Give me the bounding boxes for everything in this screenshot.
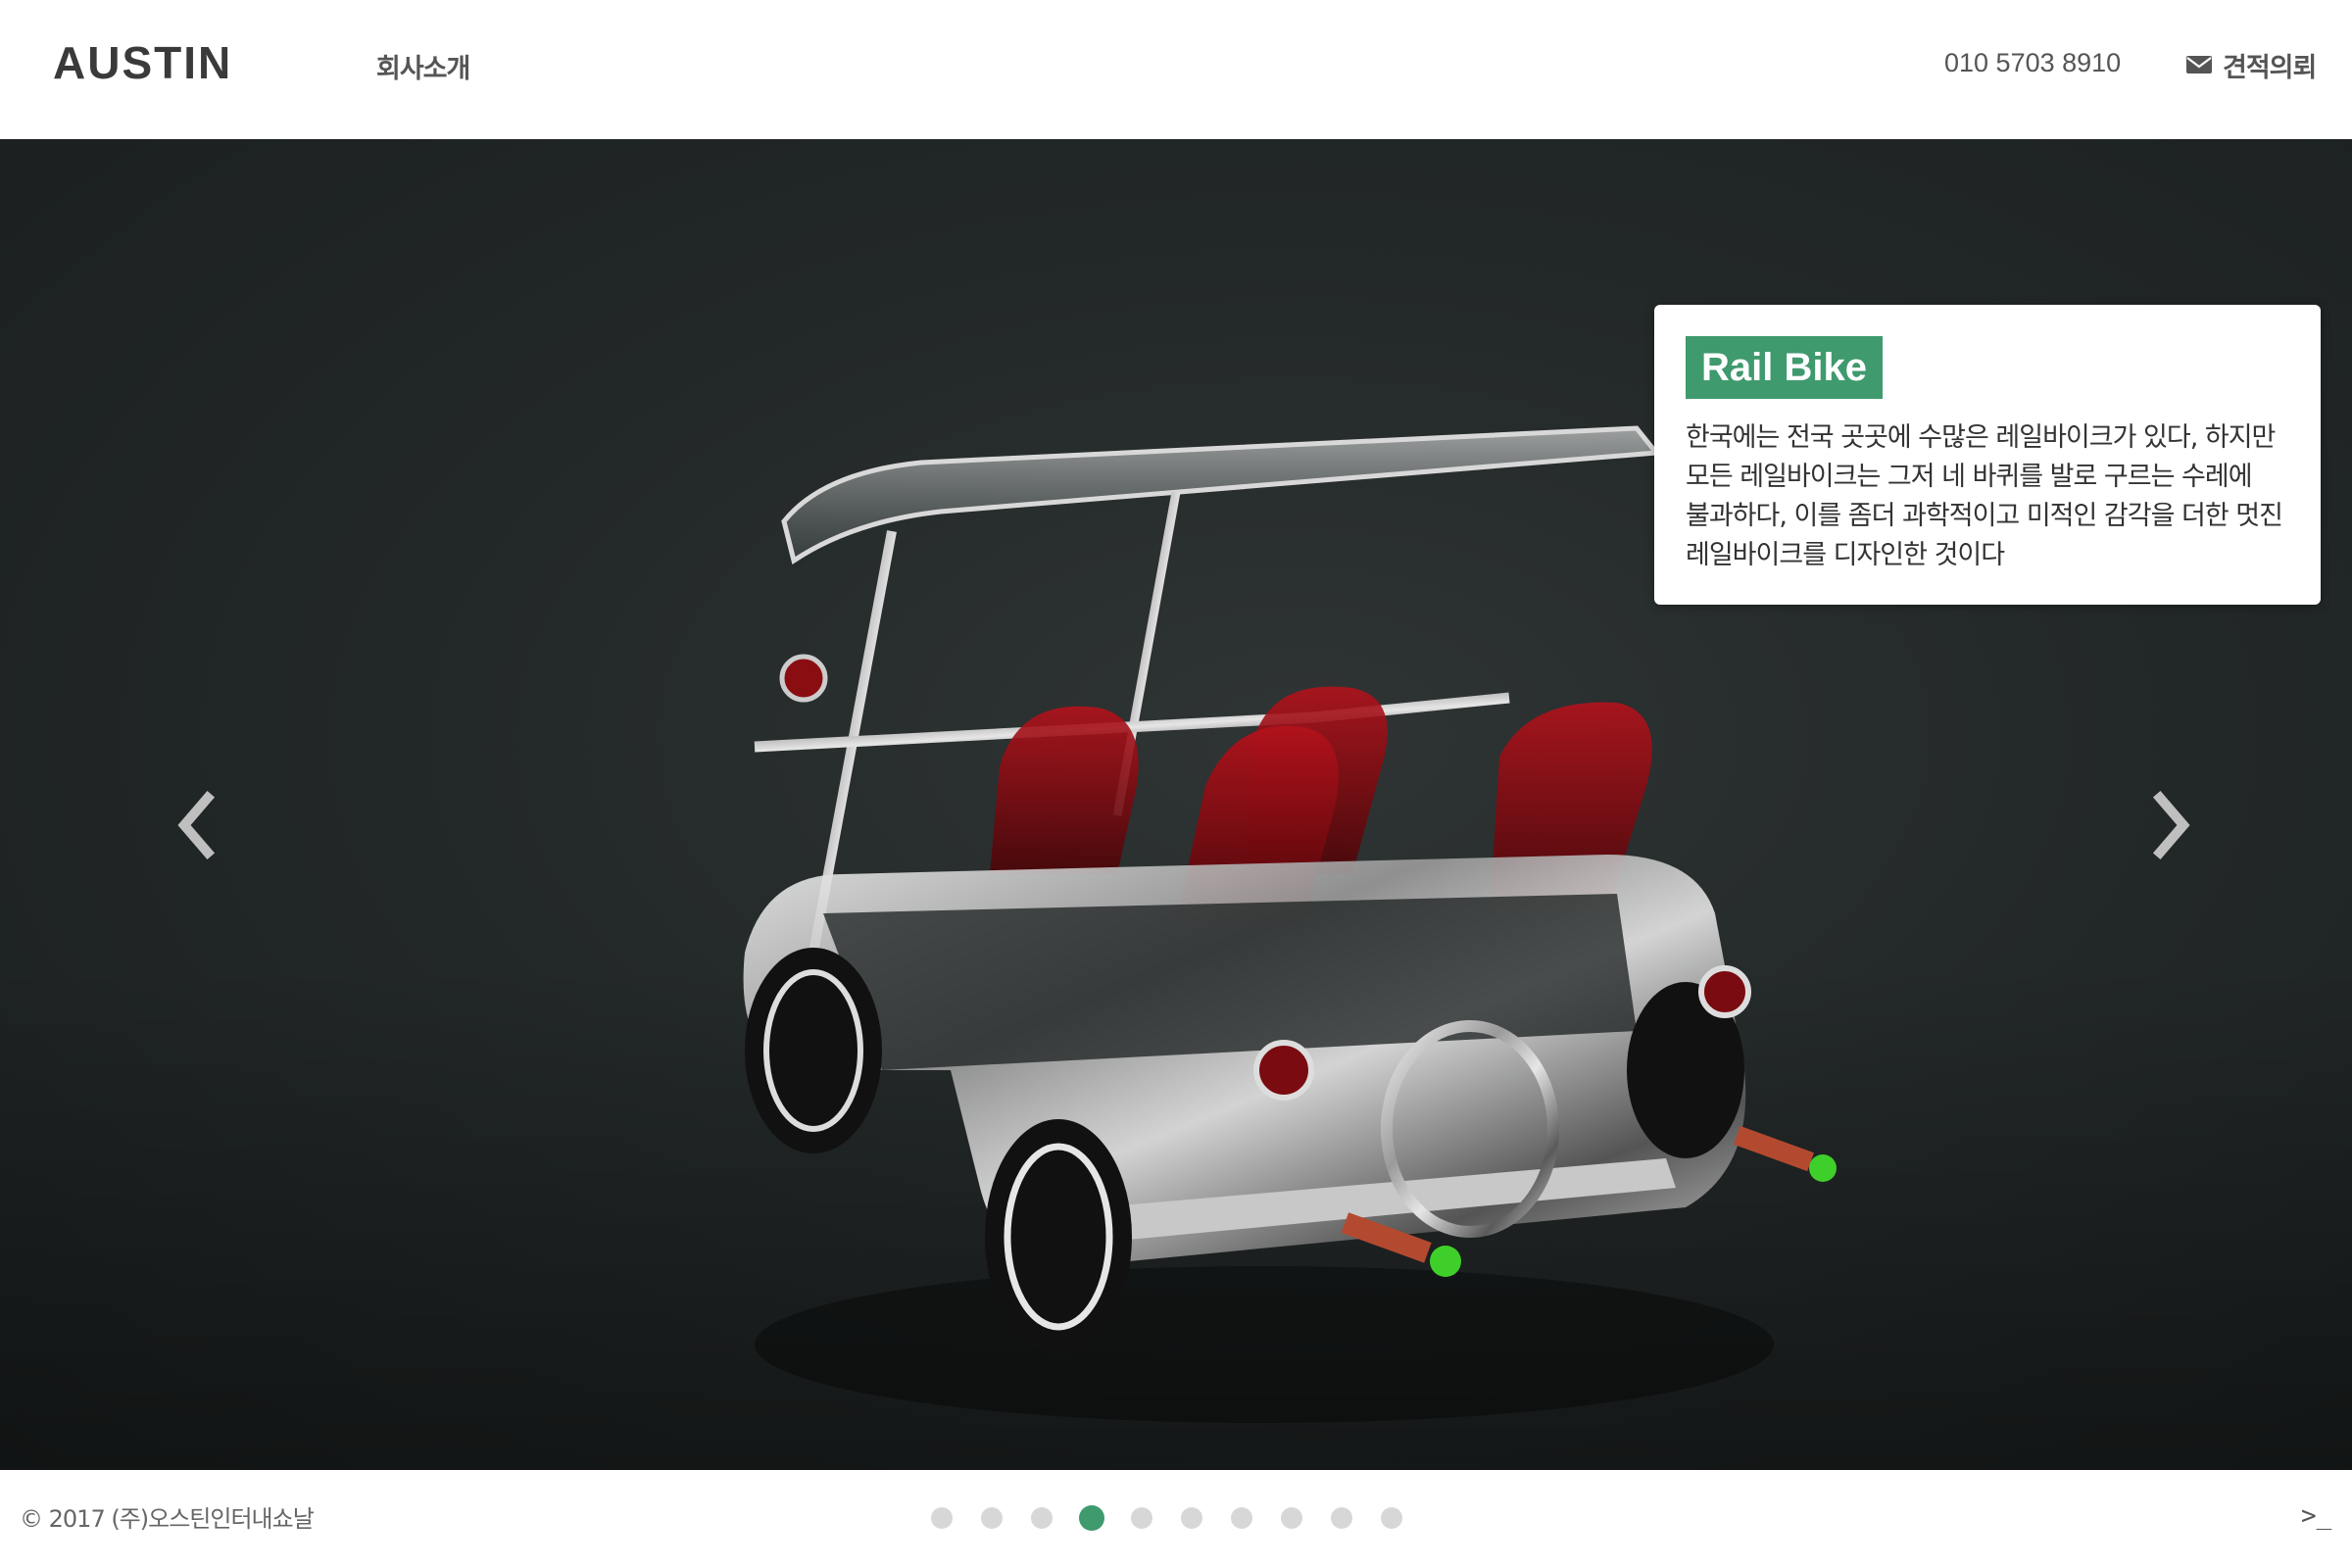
copyright-text: © 2017 (주)오스틴인터내쇼날	[20, 1505, 315, 1533]
slide-dot[interactable]	[1131, 1507, 1152, 1529]
quote-request-label: 견적의뢰	[2223, 52, 2317, 83]
site-header: AUSTIN 회사소개 010 5703 8910 견적의뢰	[0, 0, 2352, 139]
slide-dot[interactable]	[1281, 1507, 1302, 1529]
slide-dot[interactable]	[981, 1507, 1003, 1529]
prev-slide-button[interactable]	[167, 786, 225, 864]
chevron-right-icon	[2152, 790, 2190, 860]
terminal-prompt-icon[interactable]: >_	[2301, 1501, 2331, 1531]
envelope-icon	[2185, 54, 2213, 75]
slide-dot[interactable]	[1381, 1507, 1402, 1529]
slide-description: 한국에는 전국 곳곳에 수많은 레일바이크가 있다, 하지만 모든 레일바이크는…	[1686, 422, 2283, 570]
austin-logo[interactable]: AUSTIN	[53, 43, 298, 90]
slide-dot[interactable]	[1231, 1507, 1252, 1529]
chevron-left-icon	[177, 790, 216, 860]
phone-number[interactable]: 010 5703 8910	[1944, 48, 2121, 78]
slide-dot[interactable]	[1181, 1507, 1202, 1529]
slide-dot[interactable]	[1031, 1507, 1053, 1529]
site-footer: © 2017 (주)오스틴인터내쇼날 >_	[0, 1470, 2352, 1568]
slide-dot[interactable]	[1331, 1507, 1352, 1529]
logo-text: AUSTIN	[53, 43, 232, 82]
slide-dot[interactable]	[1079, 1505, 1104, 1531]
quote-request-link[interactable]: 견적의뢰	[2185, 45, 2317, 84]
nav-about-link[interactable]: 회사소개	[376, 47, 470, 85]
next-slide-button[interactable]	[2142, 786, 2201, 864]
slide-title: Rail Bike	[1686, 336, 1883, 399]
logo-wordmark: AUSTIN	[53, 43, 232, 82]
slide-dot[interactable]	[931, 1507, 953, 1529]
slide-info-card: Rail Bike 한국에는 전국 곳곳에 수많은 레일바이크가 있다, 하지만…	[1654, 305, 2321, 605]
